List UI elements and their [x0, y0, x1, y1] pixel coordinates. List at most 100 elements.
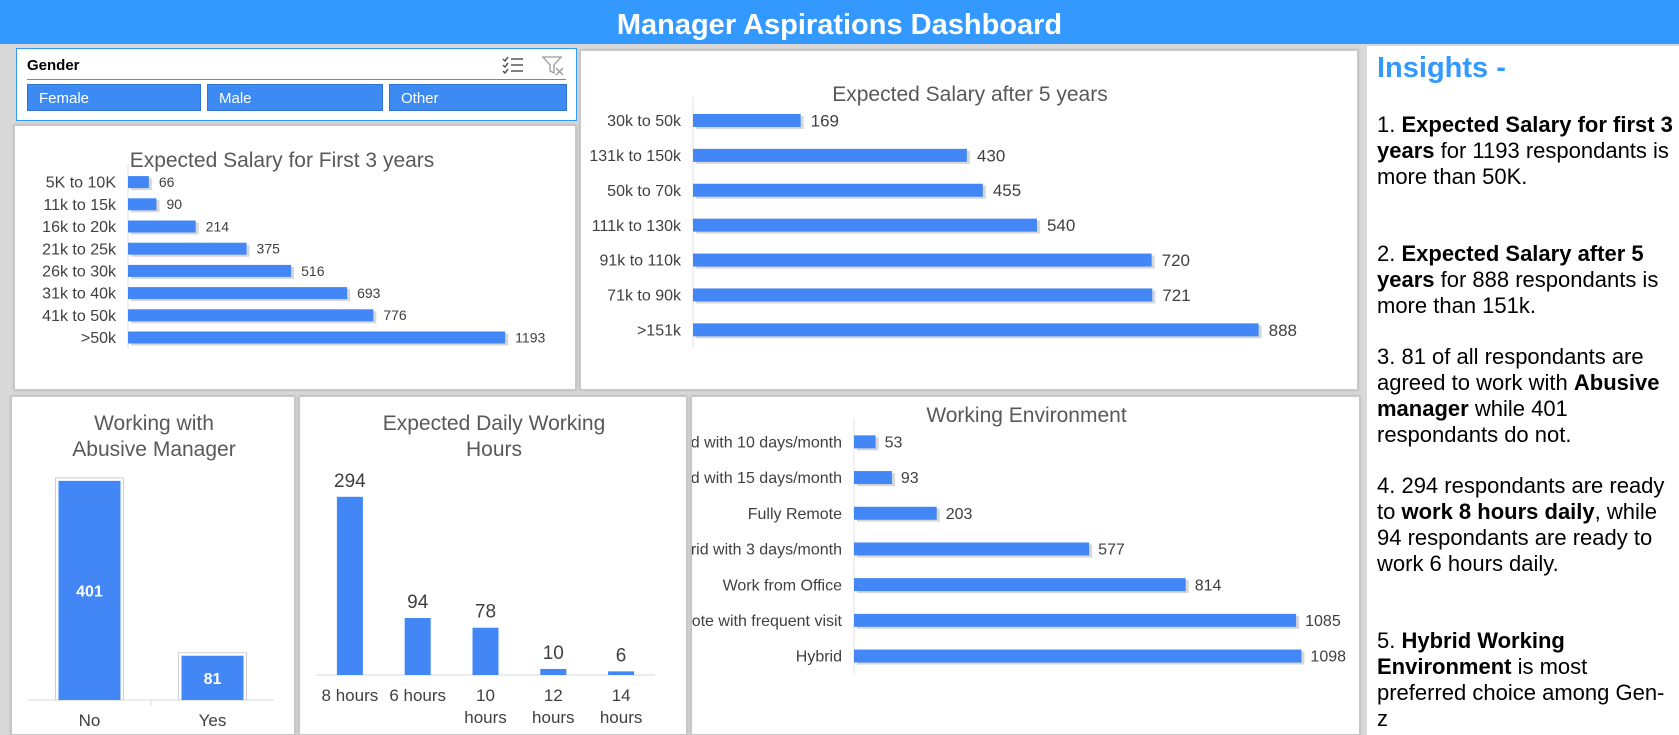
- category-label-8-hours: 8 hours: [322, 686, 379, 705]
- bar-work-from-office: [854, 578, 1186, 592]
- chart-card-abusive-manager: Working with Abusive Manager 401 No 81 Yes: [11, 396, 295, 735]
- category-label-6-hours: 6 hours: [389, 686, 446, 705]
- data-label-31k-to-40k: 693: [357, 285, 381, 301]
- category-label-hybrid-with-3-days-month: Hybrid with 3 days/month: [692, 542, 842, 559]
- data-label-remote-with-frequent-visit: 1085: [1305, 613, 1341, 630]
- bar-30k-to-50k: [693, 113, 801, 127]
- data-label-yes: 81: [204, 671, 222, 688]
- slicer-option-male[interactable]: Male: [207, 84, 383, 111]
- category-label-151k: >151k: [637, 322, 682, 339]
- salary-after-5-years-chart: Expected Salary after 5 years 30k to 50k 1…: [589, 83, 1297, 348]
- data-label-50k: 1193: [515, 329, 545, 345]
- category-label-10-hours: 10: [476, 686, 495, 705]
- category-label-14-hours: hours: [600, 708, 643, 727]
- bar-11k-to-15k: [128, 198, 157, 211]
- bar-12-hours: [540, 668, 567, 675]
- bar-26k-to-30k: [128, 264, 292, 277]
- multi-select-icon[interactable]: [501, 54, 525, 76]
- bar-remote-with-frequent-visit: [854, 613, 1297, 627]
- bar-91k-to-110k: [693, 253, 1152, 267]
- chart-card-working-environment: Working Environment Hybrid with 10 days/m…: [691, 396, 1360, 735]
- chart-title-line: Expected Daily Working: [383, 412, 606, 435]
- category-label-30k-to-50k: 30k to 50k: [607, 113, 682, 130]
- category-label-no: No: [79, 711, 101, 730]
- insight-item-3: 3. 81 of all respondants are agreed to w…: [1377, 344, 1660, 447]
- data-label-14-hours: 6: [616, 645, 627, 666]
- bar-50k: [128, 331, 506, 344]
- insight-item-5: 5. Hybrid Working Environment is most pr…: [1377, 628, 1665, 731]
- data-label-50k-to-70k: 455: [993, 181, 1021, 200]
- category-label-50k-to-70k: 50k to 70k: [607, 183, 682, 200]
- category-label-work-from-office: Work from Office: [723, 577, 843, 594]
- abusive-manager-chart: Working with Abusive Manager 401 No 81 Yes: [28, 412, 274, 730]
- data-label-10-hours: 78: [475, 602, 496, 623]
- category-label-111k-to-130k: 111k to 130k: [592, 218, 682, 235]
- data-label-hybrid-with-15-days-month: 93: [901, 470, 919, 487]
- bar-111k-to-130k: [693, 218, 1037, 232]
- chart-title: Expected Salary after 5 years: [832, 83, 1107, 106]
- category-label-41k-to-50k: 41k to 50k: [42, 308, 117, 325]
- bar-hybrid: [854, 649, 1302, 663]
- insight-item-4: 4. 294 respondants are ready to work 8 h…: [1377, 473, 1665, 576]
- insight-item-2: 2. Expected Salary after 5 years for 888…: [1377, 241, 1659, 318]
- data-label-131k-to-150k: 430: [977, 146, 1005, 165]
- dashboard-title: Manager Aspirations Dashboard: [0, 0, 1679, 44]
- data-label-71k-to-90k: 721: [1162, 286, 1190, 305]
- category-label-71k-to-90k: 71k to 90k: [607, 288, 682, 305]
- data-label-91k-to-110k: 720: [1162, 251, 1190, 270]
- slicer-title: Gender: [27, 57, 80, 74]
- category-label-11k-to-15k: 11k to 15k: [43, 197, 117, 214]
- data-label-41k-to-50k: 776: [383, 307, 407, 323]
- bar-71k-to-90k: [693, 288, 1153, 302]
- bar-10-hours: [472, 627, 499, 675]
- data-label-5k-to-10k: 66: [159, 174, 175, 190]
- working-environment-chart: Working Environment Hybrid with 10 days/m…: [692, 404, 1346, 674]
- data-label-work-from-office: 814: [1195, 577, 1222, 594]
- data-label-6-hours: 94: [407, 592, 429, 613]
- chart-card-daily-working-hours: Expected Daily Working Hours 294 8 hours 94 6…: [299, 396, 687, 735]
- category-label-10-hours: hours: [464, 708, 507, 727]
- bar-8-hours: [336, 496, 363, 675]
- data-label-151k: 888: [1269, 321, 1297, 340]
- category-label-131k-to-150k: 131k to 150k: [589, 148, 682, 165]
- bar-31k-to-40k: [128, 287, 348, 300]
- chart-title-line: Abusive Manager: [72, 438, 235, 461]
- salary-first-3-years-chart: Expected Salary for First 3 years 5K to 1…: [42, 149, 545, 349]
- category-label-5k-to-10k: 5K to 10K: [46, 175, 117, 192]
- bar-16k-to-20k: [128, 220, 196, 233]
- data-label-hybrid-with-10-days-month: 53: [885, 434, 903, 451]
- category-label-26k-to-30k: 26k to 30k: [42, 264, 117, 281]
- category-label-remote-with-frequent-visit: Remote with frequent visit: [692, 613, 843, 630]
- bar-21k-to-25k: [128, 242, 247, 255]
- bar-5k-to-10k: [128, 176, 149, 189]
- bar-hybrid-with-15-days-month: [854, 471, 892, 485]
- data-label-hybrid: 1098: [1310, 649, 1346, 666]
- category-label-50k: >50k: [81, 330, 117, 347]
- chart-card-salary-after-5-years: Expected Salary after 5 years 30k to 50k 1…: [580, 50, 1358, 390]
- bar-131k-to-150k: [693, 148, 967, 162]
- insights-title: Insights -: [1377, 52, 1506, 84]
- category-label-fully-remote: Fully Remote: [748, 506, 842, 523]
- data-label-21k-to-25k: 375: [257, 241, 281, 257]
- category-label-12-hours: hours: [532, 708, 575, 727]
- chart-title: Working Environment: [926, 404, 1127, 427]
- insight-item-1: 1. Expected Salary for first 3 years for…: [1377, 112, 1673, 189]
- bar-fully-remote: [854, 506, 937, 520]
- clear-filter-icon[interactable]: [541, 54, 565, 76]
- category-label-12-hours: 12: [544, 686, 563, 705]
- category-label-yes: Yes: [199, 711, 227, 730]
- chart-title: Expected Salary for First 3 years: [130, 149, 435, 172]
- bar-hybrid-with-3-days-month: [854, 542, 1090, 556]
- category-label-31k-to-40k: 31k to 40k: [42, 286, 117, 303]
- slicer-option-female[interactable]: Female: [27, 84, 201, 111]
- data-label-fully-remote: 203: [946, 506, 973, 523]
- category-label-hybrid-with-10-days-month: Hybrid with 10 days/month: [692, 434, 842, 451]
- slicer-option-other[interactable]: Other: [389, 84, 567, 111]
- insights-panel: Insights - 1. Expected Salary for first …: [1367, 46, 1679, 735]
- category-label-hybrid: Hybrid: [796, 649, 842, 666]
- data-label-no: 401: [76, 583, 103, 600]
- bar-41k-to-50k: [128, 309, 374, 322]
- data-label-30k-to-50k: 169: [811, 111, 839, 130]
- bar-151k: [693, 323, 1259, 337]
- data-label-hybrid-with-3-days-month: 577: [1098, 542, 1125, 559]
